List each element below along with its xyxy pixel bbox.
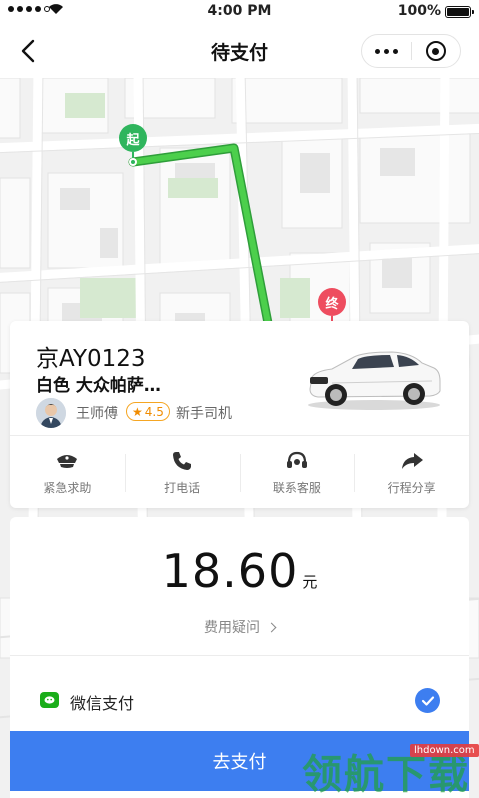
driver-name: 王师傅 [76,406,118,422]
battery-icon [445,6,474,18]
car-description: 白色 大众帕萨… [36,376,161,396]
driver-rating-badge: ★ 4.5 [126,402,170,421]
phone-icon [169,449,195,473]
action-label: 紧急求助 [43,480,92,495]
star-icon: ★ [132,404,143,419]
currency-unit: 元 [302,573,318,591]
more-button[interactable] [362,35,411,67]
close-mini-program-button[interactable] [412,35,460,67]
rating-value: 4.5 [144,404,164,419]
license-plate: 京AY0123 [36,346,146,372]
action-label: 联系客服 [272,480,321,495]
checkmark-icon [415,688,440,713]
driver-tag: 新手司机 [176,406,232,422]
action-label: 行程分享 [387,480,436,495]
status-bar: 4:00 PM 100% [0,0,479,24]
headset-icon [284,449,310,473]
call-driver-button[interactable]: 打电话 [124,436,240,508]
battery-percent: 100% [397,3,441,19]
end-marker-label: 终 [318,288,346,316]
nav-bar: 待支付 [0,24,479,78]
chevron-right-icon [266,622,277,633]
target-circle-icon [425,41,446,61]
fee-question-link[interactable]: 费用疑问 [10,617,469,637]
share-trip-button[interactable]: 行程分享 [354,436,469,508]
wechat-pay-icon [40,692,59,708]
wechat-pay-option[interactable]: 微信支付 [10,677,469,723]
police-cap-icon [54,449,80,473]
trip-actions: 紧急求助 打电话 联系客服 行程分享 [10,436,469,508]
emergency-button[interactable]: 紧急求助 [10,436,125,508]
pay-button[interactable]: 去支付 [10,731,469,791]
fare-amount-row: 18.60 元 [10,544,469,598]
driver-card: 京AY0123 白色 大众帕萨… 王师傅 ★ 4.5 新手司机 紧急求助 打电话… [10,321,469,508]
car-image [308,351,441,410]
back-button[interactable] [14,36,44,66]
action-label: 打电话 [164,480,201,495]
start-marker: 起 [119,124,149,166]
payment-method-label: 微信支付 [70,694,135,713]
start-marker-label: 起 [119,124,147,152]
share-arrow-icon [399,449,425,473]
back-arrow-icon [21,39,35,63]
mini-program-capsule [361,34,461,68]
fare-amount: 18.60 [161,544,299,598]
driver-avatar [36,398,66,428]
customer-service-button[interactable]: 联系客服 [239,436,355,508]
fee-question-label: 费用疑问 [204,620,260,636]
